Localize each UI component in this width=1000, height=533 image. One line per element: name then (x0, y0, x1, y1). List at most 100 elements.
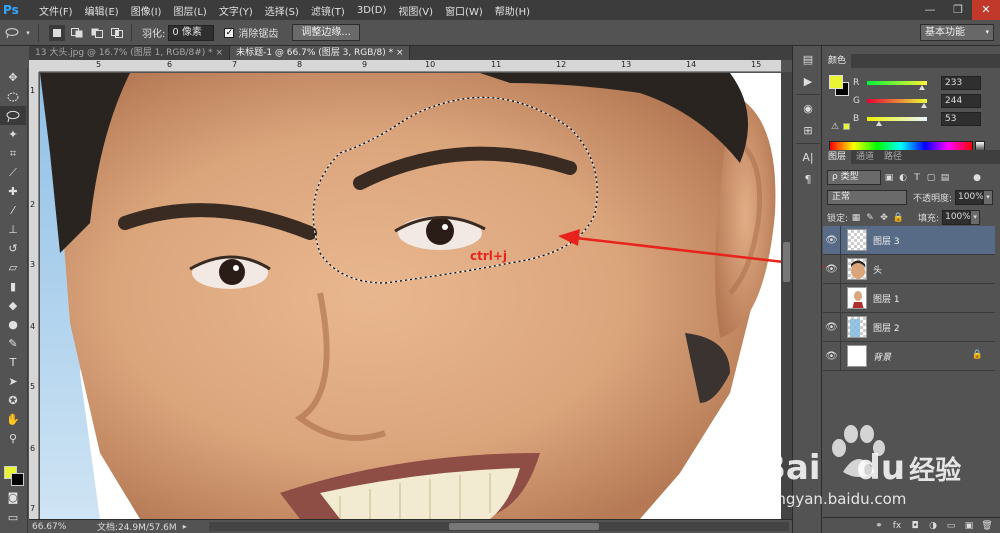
close-button[interactable]: ✕ (972, 0, 1000, 20)
horizontal-ruler[interactable]: 5 6 7 8 9 10 11 12 13 14 15 (39, 60, 781, 72)
menu-type[interactable]: 文字(Y) (213, 3, 259, 18)
menu-window[interactable]: 窗口(W) (439, 3, 489, 18)
blur-tool-icon[interactable]: ◆ (0, 296, 26, 315)
green-value-input[interactable]: 244 (941, 94, 981, 108)
red-slider[interactable] (867, 81, 927, 90)
document-size-info[interactable]: 文档:24.9M/57.6M (97, 520, 177, 533)
menu-layer[interactable]: 图层(L) (167, 3, 212, 18)
clone-stamp-tool-icon[interactable]: ⊥ (0, 220, 26, 239)
zoom-level[interactable]: 66.67% (29, 522, 67, 532)
chevron-right-icon[interactable]: ▸ (183, 522, 187, 531)
path-selection-tool-icon[interactable]: ➤ (0, 372, 26, 391)
subtract-selection-icon[interactable] (89, 25, 105, 41)
green-slider-thumb[interactable] (921, 103, 928, 108)
lasso-preset-icon[interactable] (4, 25, 20, 41)
new-layer-icon[interactable]: ▣ (960, 519, 978, 533)
horizontal-scroll-thumb[interactable] (449, 523, 599, 530)
tab-paths[interactable]: 路径 (879, 150, 907, 164)
new-group-icon[interactable]: ▭ (942, 519, 960, 533)
layer-row[interactable]: 👁 图层 2 (823, 312, 995, 342)
menu-image[interactable]: 图像(I) (125, 3, 168, 18)
opacity-input[interactable]: 100% (955, 190, 984, 205)
gamut-warning-icon[interactable]: ⚠ (831, 122, 839, 132)
visibility-eye-icon[interactable]: 👁 (823, 312, 841, 342)
chevron-down-icon[interactable]: ▾ (983, 190, 994, 205)
menu-edit[interactable]: 编辑(E) (79, 3, 125, 18)
lock-pixels-icon[interactable]: ✎ (864, 212, 876, 224)
chevron-down-icon[interactable]: ▾ (970, 210, 981, 225)
green-slider[interactable] (867, 99, 928, 108)
healing-brush-tool-icon[interactable]: ✚ (0, 182, 26, 201)
filter-pixel-icon[interactable]: ▣ (883, 172, 895, 184)
lock-position-icon[interactable]: ✥ (878, 212, 890, 224)
magic-wand-tool-icon[interactable]: ✦ (0, 125, 26, 144)
screen-mode-icon[interactable]: ▭ (0, 508, 26, 527)
adjustments-panel-icon[interactable]: ◉ (797, 99, 819, 117)
hand-tool-icon[interactable]: ✋ (0, 410, 26, 429)
paragraph-panel-icon[interactable]: ¶ (797, 170, 819, 188)
move-tool-icon[interactable]: ✥ (0, 68, 26, 87)
shape-tool-icon[interactable]: ✪ (0, 391, 26, 410)
marquee-tool-icon[interactable] (0, 87, 26, 106)
quick-mask-icon[interactable]: ◙ (0, 488, 26, 507)
zoom-tool-icon[interactable]: ⚲ (0, 429, 26, 448)
trash-icon[interactable]: 🗑 (978, 519, 996, 533)
preset-dropdown-icon[interactable]: ▾ (24, 25, 32, 41)
refine-edge-button[interactable]: 调整边缘... (292, 24, 360, 41)
feather-input[interactable]: 0 像素 (168, 24, 215, 41)
menu-view[interactable]: 视图(V) (392, 3, 439, 18)
visibility-eye-icon[interactable]: 👁 (823, 254, 841, 284)
color-panel-foreground-swatch[interactable] (829, 75, 843, 89)
lock-all-icon[interactable]: 🔒 (892, 212, 904, 224)
doc-tab-big-head[interactable]: 13 大头.jpg @ 16.7% (图层 1, RGB/8#) * × (29, 46, 231, 60)
crop-tool-icon[interactable]: ⌗ (0, 144, 26, 163)
menu-3d[interactable]: 3D(D) (351, 5, 393, 16)
gradient-tool-icon[interactable]: ▮ (0, 277, 26, 296)
menu-filter[interactable]: 滤镜(T) (305, 3, 351, 18)
link-layers-icon[interactable]: ⚭ (870, 519, 888, 533)
visibility-eye-icon[interactable]: 👁 (823, 225, 841, 255)
vertical-ruler[interactable]: 1 2 3 4 5 6 7 (29, 72, 39, 519)
filter-shape-icon[interactable]: ▢ (925, 172, 937, 184)
antialias-checkbox[interactable]: ✓ (224, 27, 235, 38)
tab-layers[interactable]: 图层 (823, 150, 852, 164)
eyedropper-tool-icon[interactable]: ⟋ (0, 163, 26, 182)
intersect-selection-icon[interactable] (109, 25, 125, 41)
menu-select[interactable]: 选择(S) (259, 3, 305, 18)
layer-row[interactable]: 👁 图层 1 (823, 283, 995, 313)
filter-adjustment-icon[interactable]: ◐ (897, 172, 909, 184)
fill-input[interactable]: 100% (942, 210, 971, 225)
history-brush-tool-icon[interactable]: ↺ (0, 239, 26, 258)
layer-row[interactable]: 👁 头 (823, 254, 995, 284)
add-selection-icon[interactable] (69, 25, 85, 41)
layer-style-icon[interactable]: fx (888, 519, 906, 533)
layer-filter-select[interactable]: ρ 类型 (827, 170, 881, 185)
menu-help[interactable]: 帮助(H) (489, 3, 536, 18)
blue-slider[interactable] (867, 117, 927, 126)
horizontal-scrollbar[interactable] (209, 522, 789, 531)
red-slider-thumb[interactable] (918, 85, 925, 90)
tab-color[interactable]: 颜色 (823, 54, 852, 68)
new-selection-icon[interactable] (49, 24, 65, 41)
lock-transparency-icon[interactable]: ▦ (850, 212, 862, 224)
vertical-scroll-thumb[interactable] (783, 242, 790, 282)
filter-smart-object-icon[interactable]: ▤ (939, 172, 951, 184)
restore-button[interactable]: ❐ (944, 0, 972, 20)
brush-presets-panel-icon[interactable]: ⊞ (797, 121, 819, 139)
tab-channels[interactable]: 通道 (851, 150, 879, 164)
add-mask-icon[interactable]: ◘ (906, 519, 924, 533)
visibility-eye-icon[interactable]: 👁 (823, 341, 841, 371)
layer-row[interactable]: 👁 图层 3 (823, 225, 995, 255)
lasso-tool-icon[interactable] (0, 106, 26, 125)
filter-type-icon[interactable]: T (911, 172, 923, 184)
document-canvas[interactable]: ctrl+j (40, 73, 781, 519)
adjustment-layer-icon[interactable]: ◑ (924, 519, 942, 533)
character-panel-icon[interactable]: A| (797, 148, 819, 166)
layer-row[interactable]: 👁 背景 🔒 (823, 341, 995, 371)
red-value-input[interactable]: 233 (941, 76, 981, 90)
actions-panel-icon[interactable]: ▶ (797, 72, 819, 90)
doc-tab-untitled[interactable]: 未标题-1 @ 66.7% (图层 3, RGB/8) * × (230, 46, 411, 60)
background-color-swatch[interactable] (11, 473, 24, 486)
visibility-eye-icon[interactable]: 👁 (823, 283, 841, 313)
workspace-select[interactable]: 基本功能 ▾ (920, 24, 994, 41)
